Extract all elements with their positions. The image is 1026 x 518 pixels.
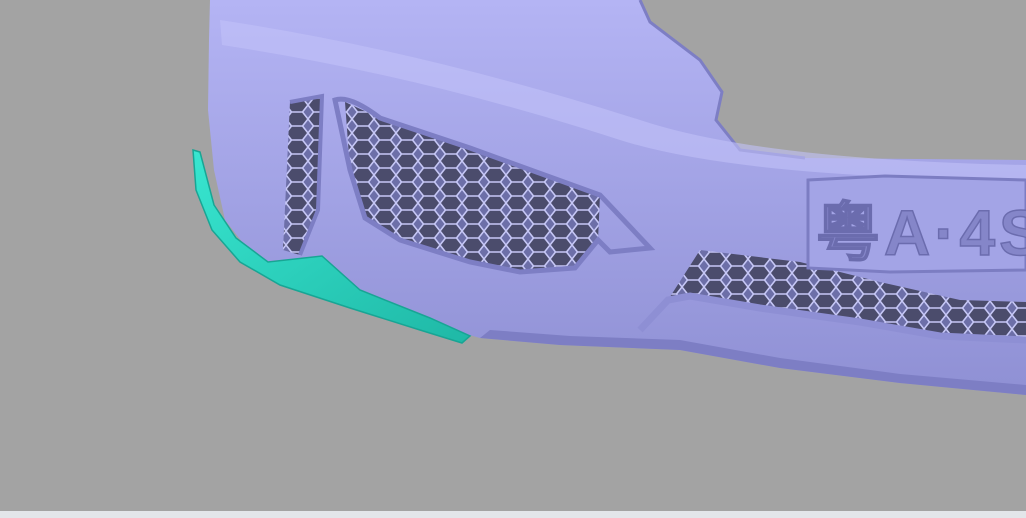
status-strip <box>0 511 1026 518</box>
plate-text: 粤A·4S <box>816 197 1026 269</box>
license-plate: 粤A·4S <box>806 174 1026 274</box>
3d-viewport[interactable]: 粤A·4S <box>0 0 1026 518</box>
scan-scene: 粤A·4S <box>192 0 1026 395</box>
